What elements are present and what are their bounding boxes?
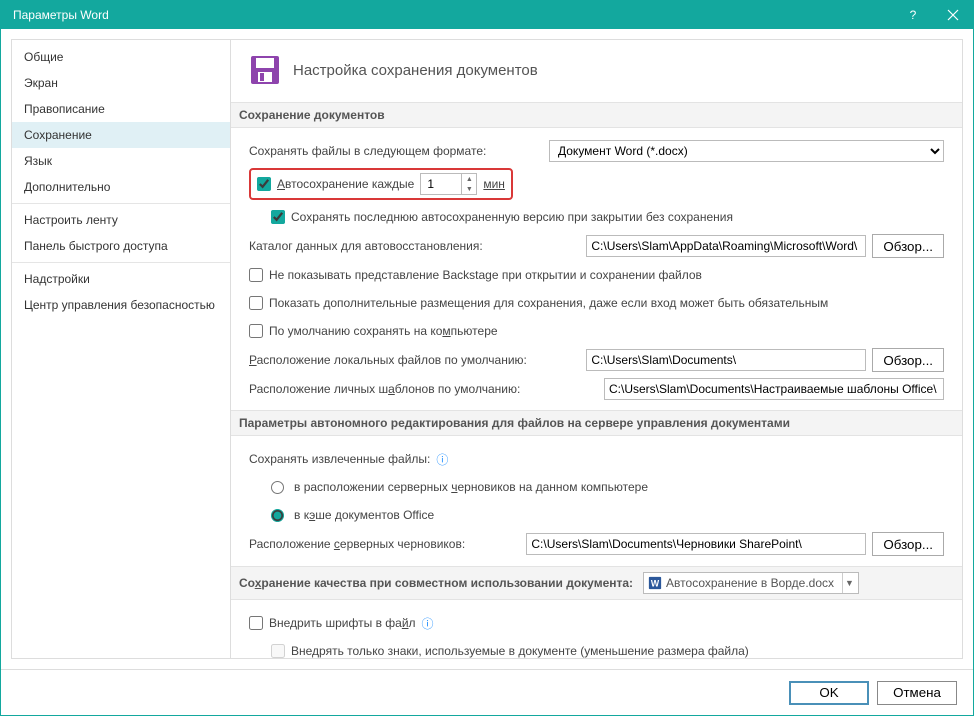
sidebar-item-display[interactable]: Экран: [12, 70, 230, 96]
show-extra-checkbox[interactable]: [249, 296, 263, 310]
radio-server-drafts-label: в расположении серверных черновиков на д…: [294, 480, 648, 494]
chevron-down-icon: ▼: [842, 573, 856, 593]
sidebar-item-qat[interactable]: Панель быстрого доступа: [12, 233, 230, 259]
no-backstage-checkbox[interactable]: [249, 268, 263, 282]
autosave-unit: мин: [483, 177, 505, 191]
spinner-up[interactable]: ▲: [462, 174, 476, 184]
default-computer-label: По умолчанию сохранять на компьютере: [269, 324, 498, 338]
close-icon: [947, 9, 959, 21]
autosave-label: Автосохранение каждые: [277, 177, 414, 191]
local-path-input[interactable]: [586, 349, 866, 371]
sidebar-item-addins[interactable]: Надстройки: [12, 266, 230, 292]
ok-button[interactable]: OK: [789, 681, 869, 705]
radio-office-cache[interactable]: [271, 509, 284, 522]
section-fidelity: Сохранение качества при совместном испол…: [231, 566, 962, 600]
autosave-interval-input[interactable]: [421, 174, 461, 194]
show-extra-label: Показать дополнительные размещения для с…: [269, 296, 828, 310]
window-title: Параметры Word: [13, 8, 893, 22]
section-fidelity-label: Сохранение качества при совместном испол…: [239, 576, 633, 590]
autorecover-path-label: Каталог данных для автовосстановления:: [249, 239, 483, 253]
save-format-select[interactable]: Документ Word (*.docx): [549, 140, 944, 162]
cancel-button[interactable]: Отмена: [877, 681, 957, 705]
sidebar-item-trust[interactable]: Центр управления безопасностью: [12, 292, 230, 318]
autosave-checkbox[interactable]: [257, 177, 271, 191]
templates-path-label: Расположение личных шаблонов по умолчани…: [249, 382, 520, 396]
radio-server-drafts[interactable]: [271, 481, 284, 494]
default-computer-checkbox[interactable]: [249, 324, 263, 338]
sidebar-item-ribbon[interactable]: Настроить ленту: [12, 207, 230, 233]
sidebar-item-general[interactable]: Общие: [12, 44, 230, 70]
dialog-footer: OK Отмена: [1, 669, 973, 715]
info-icon[interactable]: ⓘ: [436, 451, 448, 468]
section-save-documents: Сохранение документов: [231, 102, 962, 128]
drafts-path-input[interactable]: [526, 533, 866, 555]
autosave-highlight: Автосохранение каждые ▲ ▼ мин: [249, 168, 513, 200]
save-extracted-label: Сохранять извлеченные файлы:: [249, 452, 430, 466]
embed-only-checkbox: [271, 644, 285, 658]
word-options-window: Параметры Word ? Общие Экран Правописани…: [0, 0, 974, 716]
local-path-label: Расположение локальных файлов по умолчан…: [249, 353, 527, 367]
autorecover-browse-button[interactable]: Обзор...: [872, 234, 944, 258]
sidebar-item-language[interactable]: Язык: [12, 148, 230, 174]
fidelity-doc-name: Автосохранение в Ворде.docx: [666, 576, 834, 590]
autorecover-path-input[interactable]: [586, 235, 866, 257]
content-panel: Настройка сохранения документов Сохранен…: [231, 39, 963, 659]
section-offline-editing: Параметры автономного редактирования для…: [231, 410, 962, 436]
fidelity-doc-select[interactable]: W Автосохранение в Ворде.docx ▼: [643, 572, 859, 594]
templates-path-input[interactable]: [604, 378, 944, 400]
page-title: Настройка сохранения документов: [293, 62, 538, 79]
local-path-browse-button[interactable]: Обзор...: [872, 348, 944, 372]
titlebar: Параметры Word ?: [1, 1, 973, 29]
spinner-down[interactable]: ▼: [462, 184, 476, 194]
no-backstage-label: Не показывать представление Backstage пр…: [269, 268, 702, 282]
close-button[interactable]: [933, 1, 973, 29]
sidebar: Общие Экран Правописание Сохранение Язык…: [11, 39, 231, 659]
save-icon: [249, 54, 281, 86]
help-button[interactable]: ?: [893, 1, 933, 29]
keep-last-label: Сохранять последнюю автосохраненную верс…: [291, 210, 733, 224]
sidebar-item-save[interactable]: Сохранение: [12, 122, 230, 148]
embed-only-label: Внедрять только знаки, используемые в до…: [291, 644, 749, 658]
save-format-label: Сохранять файлы в следующем формате:: [249, 144, 486, 158]
sidebar-item-advanced[interactable]: Дополнительно: [12, 174, 230, 200]
autosave-interval-spinner[interactable]: ▲ ▼: [420, 173, 477, 195]
embed-fonts-label: Внедрить шрифты в файл: [269, 616, 416, 630]
radio-office-cache-label: в кэше документов Office: [294, 508, 434, 522]
svg-text:W: W: [651, 579, 660, 589]
sidebar-item-proofing[interactable]: Правописание: [12, 96, 230, 122]
drafts-browse-button[interactable]: Обзор...: [872, 532, 944, 556]
embed-fonts-checkbox[interactable]: [249, 616, 263, 630]
info-icon-2[interactable]: ⓘ: [422, 615, 434, 632]
drafts-path-label: Расположение серверных черновиков:: [249, 537, 465, 551]
word-doc-icon: W: [648, 576, 662, 590]
keep-last-checkbox[interactable]: [271, 210, 285, 224]
page-header: Настройка сохранения документов: [249, 54, 944, 86]
